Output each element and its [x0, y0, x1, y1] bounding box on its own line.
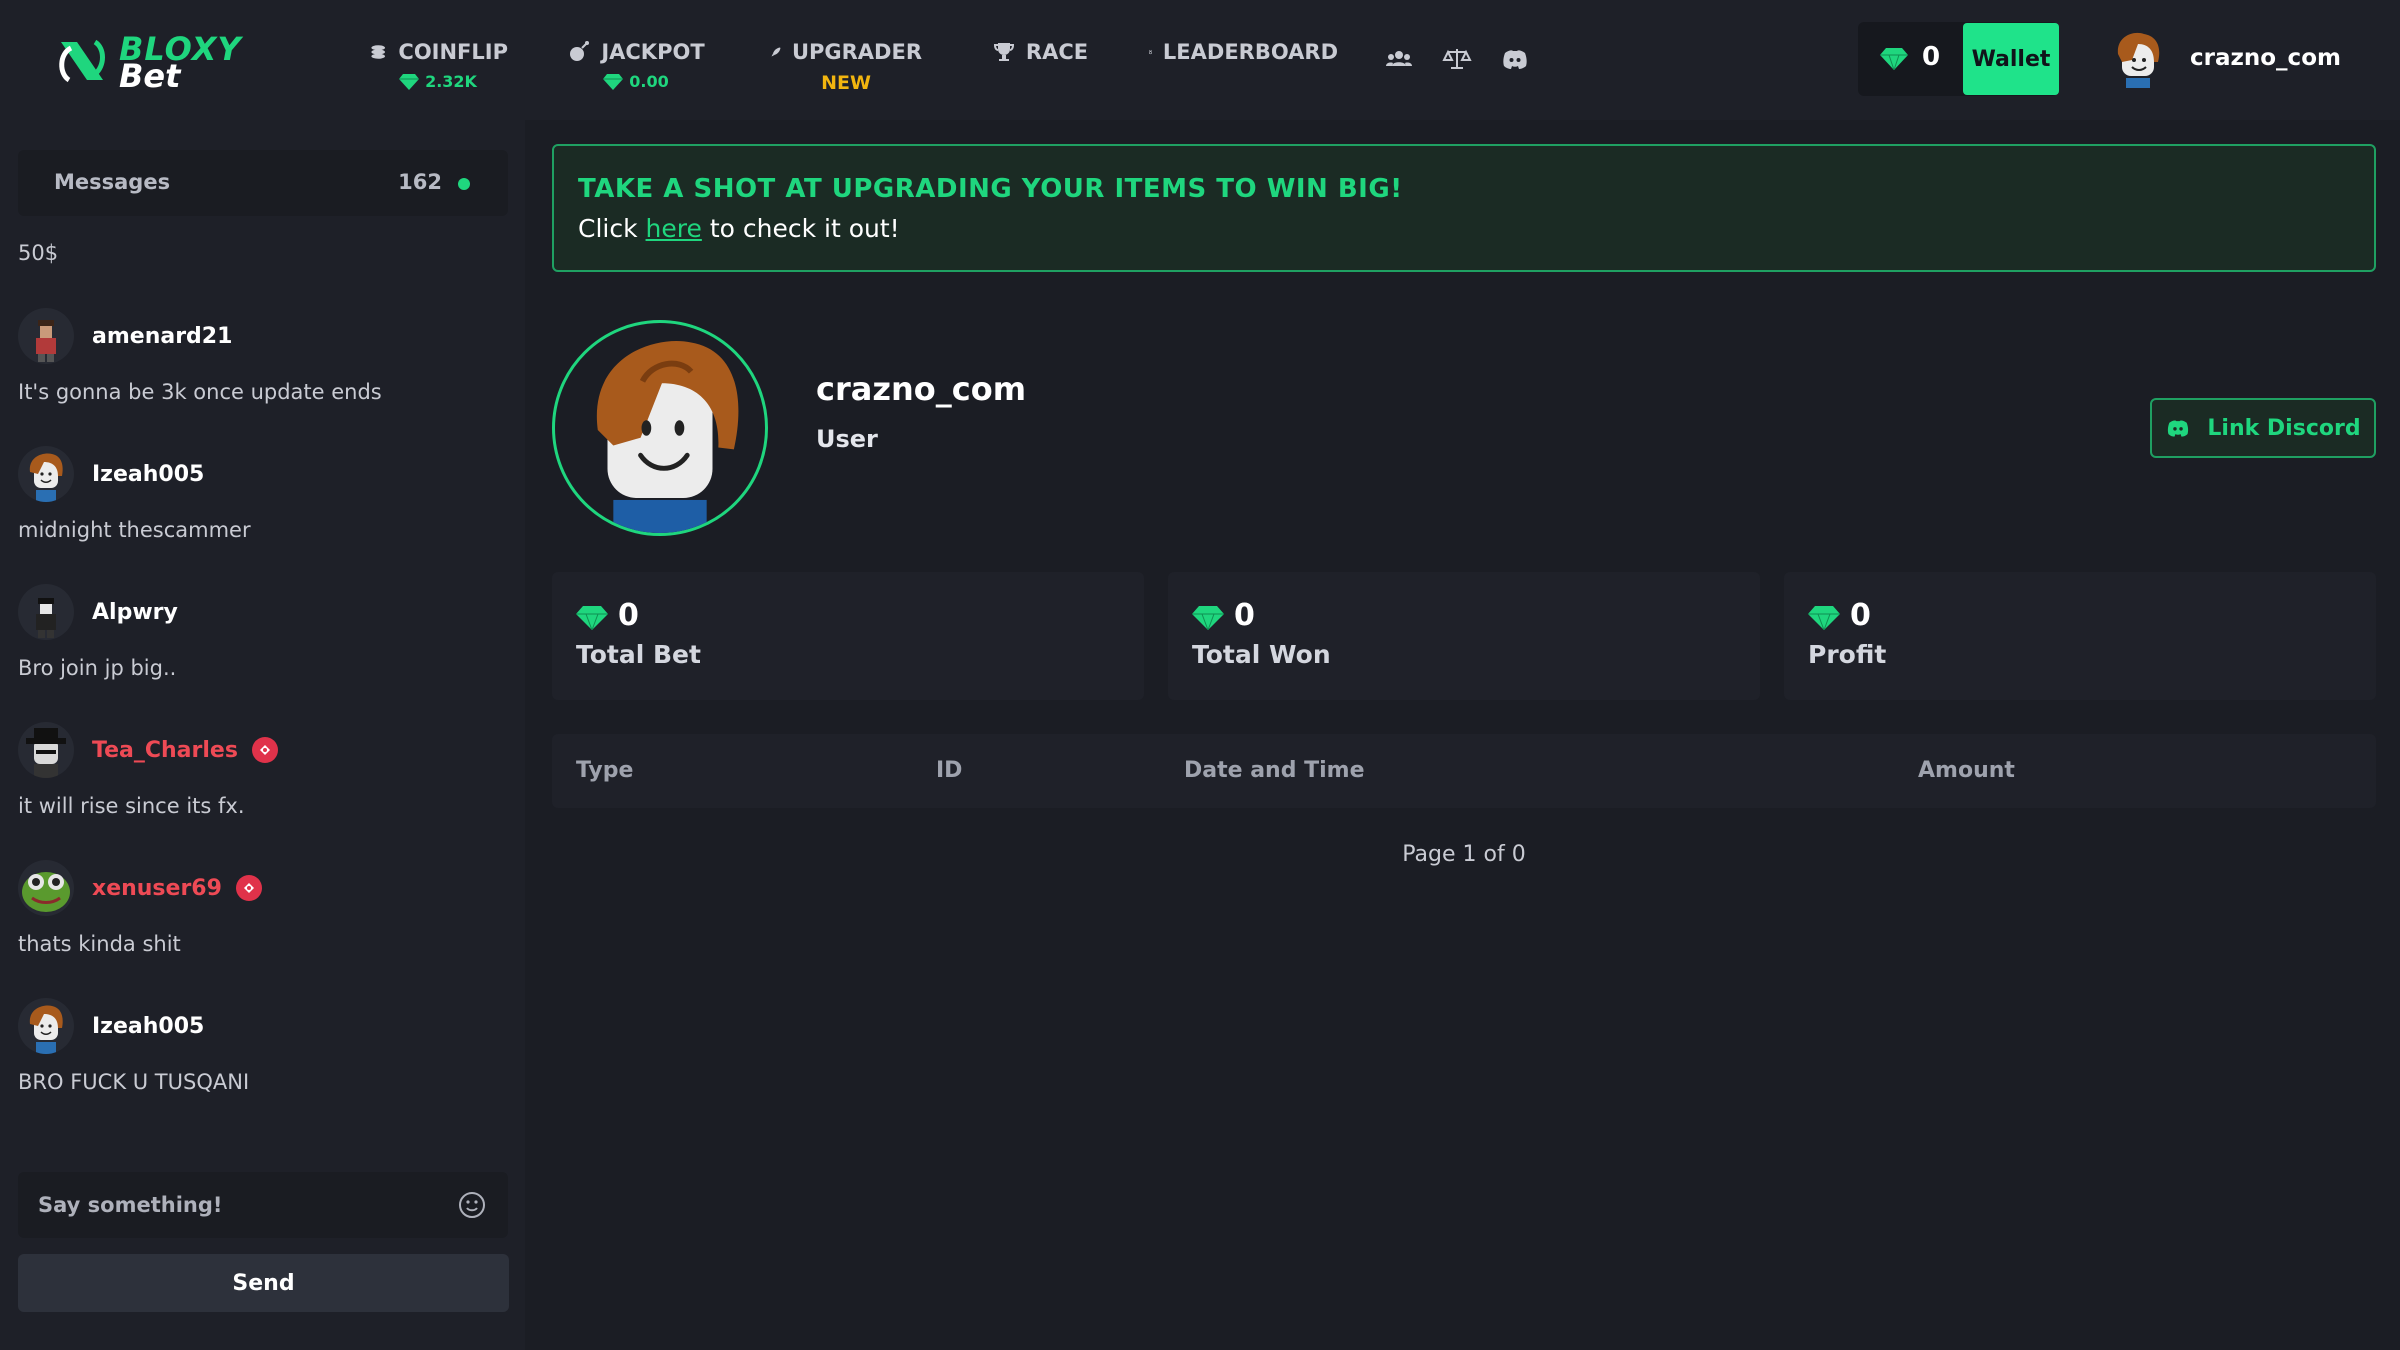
wallet-balance-value: 0 [1922, 42, 1941, 72]
profile-username: crazno_com [816, 370, 1027, 408]
nav-leaderboard[interactable]: LEADERBOARD [1148, 40, 1338, 100]
banner-headline: TAKE A SHOT AT UPGRADING YOUR ITEMS TO W… [578, 174, 1403, 204]
stat-card-total-bet: 0 Total Bet [552, 572, 1144, 700]
staff-badge-icon [251, 737, 278, 763]
chat-message-user[interactable]: amenard21 [18, 306, 232, 366]
gem-icon [1880, 48, 1908, 70]
online-count: 162 [398, 170, 442, 194]
banner-text: Click here to check it out! [578, 214, 900, 243]
column-header-id: ID [936, 758, 963, 783]
send-button[interactable]: Send [18, 1254, 509, 1312]
wallet-button[interactable]: Wallet [1963, 23, 2059, 95]
chat-message-user[interactable]: Alpwry [18, 582, 178, 642]
affiliates-icon[interactable] [1384, 44, 1414, 74]
chat-header: Messages 162 [18, 150, 508, 216]
chat-message-user[interactable]: Izeah005 [18, 444, 204, 504]
stat-value: 0 [1850, 598, 1871, 633]
trophy-icon [993, 43, 1014, 61]
chat-message-text: It's gonna be 3k once update ends [18, 380, 382, 404]
banner-text-post: to check it out! [709, 214, 900, 243]
avatar [18, 308, 74, 364]
column-header-date-time: Date and Time [1184, 758, 1365, 783]
chat-username: amenard21 [92, 323, 233, 349]
promo-banner: TAKE A SHOT AT UPGRADING YOUR ITEMS TO W… [552, 144, 2376, 272]
pagination-label: Page 1 of 0 [1402, 842, 1526, 867]
link-discord-label: Link Discord [2207, 415, 2361, 441]
stat-label: Profit [1808, 640, 1887, 669]
gem-icon [1808, 606, 1840, 630]
emoji-icon[interactable] [458, 1191, 486, 1219]
user-avatar[interactable] [2112, 30, 2164, 88]
top-header: BLOXY Bet COINFLIP 2.32K JACKPOT 0.00 UP… [0, 0, 2400, 120]
new-badge: NEW [821, 72, 871, 94]
chat-message-text: 50$ [18, 241, 59, 265]
nav-coinflip-label: COINFLIP [398, 40, 508, 64]
profile-role: User [816, 425, 878, 453]
chat-username: Izeah005 [92, 461, 205, 487]
stat-value: 0 [618, 598, 639, 633]
nav-jackpot-value: 0.00 [629, 72, 669, 91]
chat-username: Alpwry [92, 599, 178, 625]
fairness-scale-icon[interactable] [1442, 44, 1472, 74]
avatar [18, 584, 74, 640]
chat-message-user[interactable]: Izeah005 [18, 996, 204, 1056]
banner-link[interactable]: here [646, 214, 702, 243]
chat-message-text: midnight thescammer [18, 518, 251, 542]
avatar [18, 722, 74, 778]
stat-label: Total Won [1192, 640, 1331, 669]
gem-icon [603, 73, 624, 90]
chat-sidebar: Messages 162 50$ amenard21 It's gonna be… [0, 120, 525, 1350]
transactions-table-header: Type ID Date and Time Amount [552, 734, 2376, 808]
avatar [18, 860, 74, 916]
staff-badge-icon [235, 875, 262, 901]
chat-message-input[interactable] [38, 1187, 438, 1223]
chat-message-text: it will rise since its fx. [18, 794, 245, 818]
chat-message-user[interactable]: xenuser69 [18, 858, 262, 918]
header-username[interactable]: crazno_com [2190, 45, 2341, 71]
gem-icon [1192, 606, 1224, 630]
gem-icon [576, 606, 608, 630]
medal-icon [1148, 49, 1152, 55]
rocket-icon [771, 47, 781, 57]
stat-card-profit: 0 Profit [1784, 572, 2376, 700]
banner-text-pre: Click [578, 214, 638, 243]
chat-message-text: thats kinda shit [18, 932, 181, 956]
chat-title: Messages [54, 170, 171, 194]
gem-icon [399, 73, 420, 90]
stat-value: 0 [1234, 598, 1255, 633]
chat-username: Tea_Charles [92, 737, 238, 763]
stat-label: Total Bet [576, 640, 701, 669]
chat-username: Izeah005 [92, 1013, 205, 1039]
stat-card-total-won: 0 Total Won [1168, 572, 1760, 700]
nav-leaderboard-label: LEADERBOARD [1162, 40, 1338, 64]
bloxybet-logo[interactable]: BLOXY Bet [55, 30, 241, 95]
nav-coinflip[interactable]: COINFLIP 2.32K [368, 40, 508, 100]
nav-jackpot-label: JACKPOT [601, 40, 705, 64]
online-indicator [458, 178, 470, 190]
logo-mark-icon [59, 39, 105, 83]
nav-race[interactable]: RACE [986, 40, 1094, 100]
avatar [18, 446, 74, 502]
avatar [18, 998, 74, 1054]
chat-input-box [18, 1172, 508, 1238]
nav-race-label: RACE [1025, 40, 1089, 64]
chat-username: xenuser69 [92, 875, 222, 901]
chat-message-text: BRO FUCK U TUSQANI [18, 1070, 250, 1094]
nav-upgrader-label: UPGRADER [791, 40, 922, 64]
coins-icon [371, 45, 386, 59]
bomb-icon [570, 41, 590, 61]
chat-message-text: Bro join jp big.. [18, 656, 177, 680]
link-discord-button[interactable]: Link Discord [2150, 398, 2376, 458]
logo-text-bet: Bet [119, 57, 181, 95]
discord-icon [2168, 420, 2189, 437]
nav-upgrader[interactable]: UPGRADER NEW [770, 40, 922, 100]
chat-message-user[interactable]: Tea_Charles [18, 720, 278, 780]
column-header-type: Type [576, 758, 634, 783]
column-header-amount: Amount [1918, 758, 2015, 783]
nav-coinflip-value: 2.32K [425, 72, 477, 91]
profile-avatar [552, 320, 768, 536]
nav-jackpot[interactable]: JACKPOT 0.00 [566, 40, 706, 100]
discord-icon[interactable] [1500, 44, 1530, 74]
